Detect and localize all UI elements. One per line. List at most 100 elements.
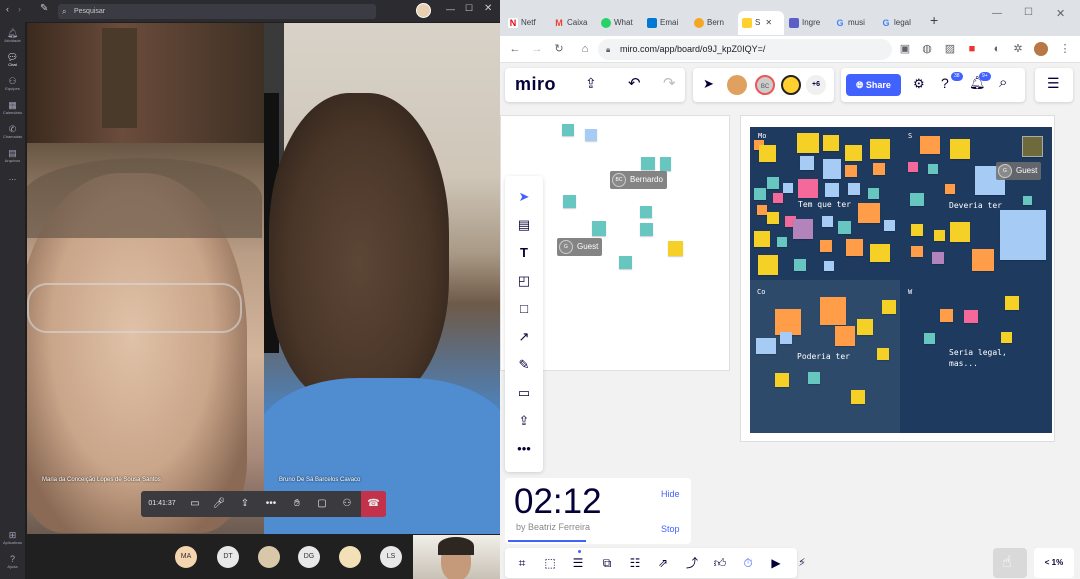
sticky-note[interactable] [934, 230, 945, 241]
sticky-note[interactable] [1001, 332, 1012, 343]
rail-chat[interactable]: 💬︎ Chat [0, 52, 25, 67]
sticky-note[interactable] [950, 222, 970, 242]
upload-icon[interactable]: ⤴ [681, 548, 703, 578]
screenshare-icon[interactable]: ⧉ [596, 548, 618, 578]
more-tools-icon[interactable]: ••• [505, 435, 543, 463]
sticky-note[interactable] [857, 319, 873, 335]
sticky-note[interactable] [858, 203, 880, 223]
sticky-note[interactable] [585, 129, 597, 141]
board-list-icon[interactable]: ☰ [1047, 75, 1060, 92]
raise-hand-button[interactable]: ✋︎ [285, 491, 309, 517]
sticky-note[interactable] [823, 159, 841, 179]
sticky-note[interactable] [754, 231, 770, 247]
participant-avatar-ma[interactable]: MA [175, 546, 197, 568]
sticky-note[interactable] [945, 184, 955, 194]
tab-bernardo[interactable]: Bern [694, 11, 734, 35]
sticky-note[interactable] [845, 145, 862, 161]
rail-teams[interactable]: ⚇ Equipes [0, 76, 25, 91]
sticky-note[interactable] [563, 195, 576, 208]
rail-files[interactable]: ▤ Arquivos [0, 148, 25, 163]
sticky-note[interactable] [932, 252, 944, 264]
rail-apps[interactable]: ⊞ Aplicativos [0, 530, 25, 545]
sticky-note[interactable] [793, 219, 813, 239]
address-bar[interactable]: 🔒︎ miro.com/app/board/o9J_kpZ0IQY=/ [598, 39, 892, 60]
sticky-note[interactable] [911, 246, 923, 257]
sticky-note[interactable] [950, 139, 970, 159]
sticky-note[interactable] [870, 139, 890, 159]
participant-avatar-ls[interactable]: LS [380, 546, 402, 568]
extensions-puzzle-icon[interactable]: ✲ [1011, 36, 1025, 63]
sticky-note[interactable] [838, 221, 851, 234]
sticky-note[interactable] [756, 338, 776, 354]
sticky-note[interactable] [910, 193, 924, 206]
participants-button[interactable]: ⚇ [335, 491, 359, 517]
arrow-tool-icon[interactable]: ↗ [505, 323, 543, 351]
upload-tool-icon[interactable]: ⇪ [505, 407, 543, 435]
minimize-icon[interactable]: — [446, 4, 455, 14]
sticky-note[interactable] [754, 188, 766, 200]
sticky-note[interactable] [619, 256, 632, 269]
sticky-note[interactable] [924, 333, 935, 344]
tab-whatsapp[interactable]: What [601, 11, 641, 35]
tab-teams[interactable]: Ingre [789, 11, 829, 35]
close-icon[interactable]: ✕ [1056, 7, 1065, 20]
sticky-note[interactable] [798, 179, 818, 198]
timer-stop-button[interactable]: Stop [661, 524, 680, 534]
sticky-note[interactable] [1022, 136, 1043, 157]
search-icon[interactable]: ⌕ [999, 74, 1007, 91]
collapse-toolbar-icon[interactable]: « [800, 557, 805, 567]
maximize-icon[interactable]: ☐ [465, 3, 473, 14]
sticky-note[interactable] [884, 220, 895, 231]
collaborator-avatar[interactable] [727, 75, 747, 95]
tab-google-musica[interactable]: Gmusi [835, 11, 875, 35]
sticky-note[interactable] [972, 249, 994, 271]
rail-help[interactable]: ? Ajuda [0, 554, 25, 569]
sticky-note[interactable] [767, 177, 779, 189]
comment-tool-icon[interactable]: ▭ [505, 379, 543, 407]
sticky-note[interactable] [794, 259, 806, 271]
share-screen-button[interactable]: ⇪ [233, 491, 257, 517]
forward-button[interactable]: → [530, 36, 544, 63]
sticky-note[interactable] [775, 373, 789, 387]
sticky-note[interactable] [777, 237, 787, 247]
sticky-note[interactable] [562, 124, 574, 136]
sticky-note[interactable] [845, 165, 857, 177]
minimize-icon[interactable]: — [992, 8, 1002, 19]
maximize-icon[interactable]: ☐ [1024, 7, 1033, 18]
sticky-note[interactable] [822, 216, 833, 227]
miro-logo[interactable]: miro [515, 74, 556, 95]
sticky-note[interactable] [797, 133, 819, 153]
select-tool-icon[interactable]: ➤ [505, 183, 543, 211]
sticky-note[interactable] [668, 241, 683, 256]
sticky-note[interactable] [660, 157, 671, 171]
more-collaborators-count[interactable]: +6 [806, 75, 826, 95]
sticky-note[interactable] [592, 221, 606, 236]
participant-avatar-photo[interactable] [258, 546, 280, 568]
sticky-note[interactable] [911, 224, 923, 236]
forward-icon[interactable]: › [18, 4, 21, 14]
tab-google-legal[interactable]: Glegal [881, 11, 921, 35]
participant-avatar-dt[interactable]: DT [217, 546, 239, 568]
sticky-note[interactable] [773, 193, 783, 203]
more-actions-button[interactable]: ••• [259, 491, 283, 517]
video-tile-right[interactable]: Bruno De Sá Barcelos Cavaco [264, 23, 500, 534]
sticky-note[interactable] [800, 156, 814, 170]
participant-avatar-dg[interactable]: DG [298, 546, 320, 568]
sticky-note[interactable] [767, 212, 779, 224]
sticky-note[interactable] [1023, 196, 1032, 205]
chat-button[interactable]: ▢ [310, 491, 334, 517]
export-icon[interactable]: ⇪ [585, 75, 597, 92]
extension-icon[interactable]: ▨ [943, 36, 957, 63]
new-tab-button[interactable]: + [930, 12, 938, 28]
sticky-note[interactable] [823, 135, 839, 151]
reload-button[interactable]: ↻ [552, 36, 566, 63]
home-button[interactable]: ⌂ [578, 36, 592, 63]
profile-avatar[interactable] [416, 3, 431, 18]
profile-avatar[interactable] [1034, 42, 1048, 56]
pen-tool-icon[interactable]: ✎ [505, 351, 543, 379]
sticky-note[interactable] [640, 223, 653, 236]
sticky-note[interactable] [759, 145, 776, 162]
camera-button[interactable]: ▭ [183, 491, 207, 517]
frames-icon[interactable]: ⌗ [511, 548, 533, 578]
templates-tool-icon[interactable]: ▤ [505, 211, 543, 239]
